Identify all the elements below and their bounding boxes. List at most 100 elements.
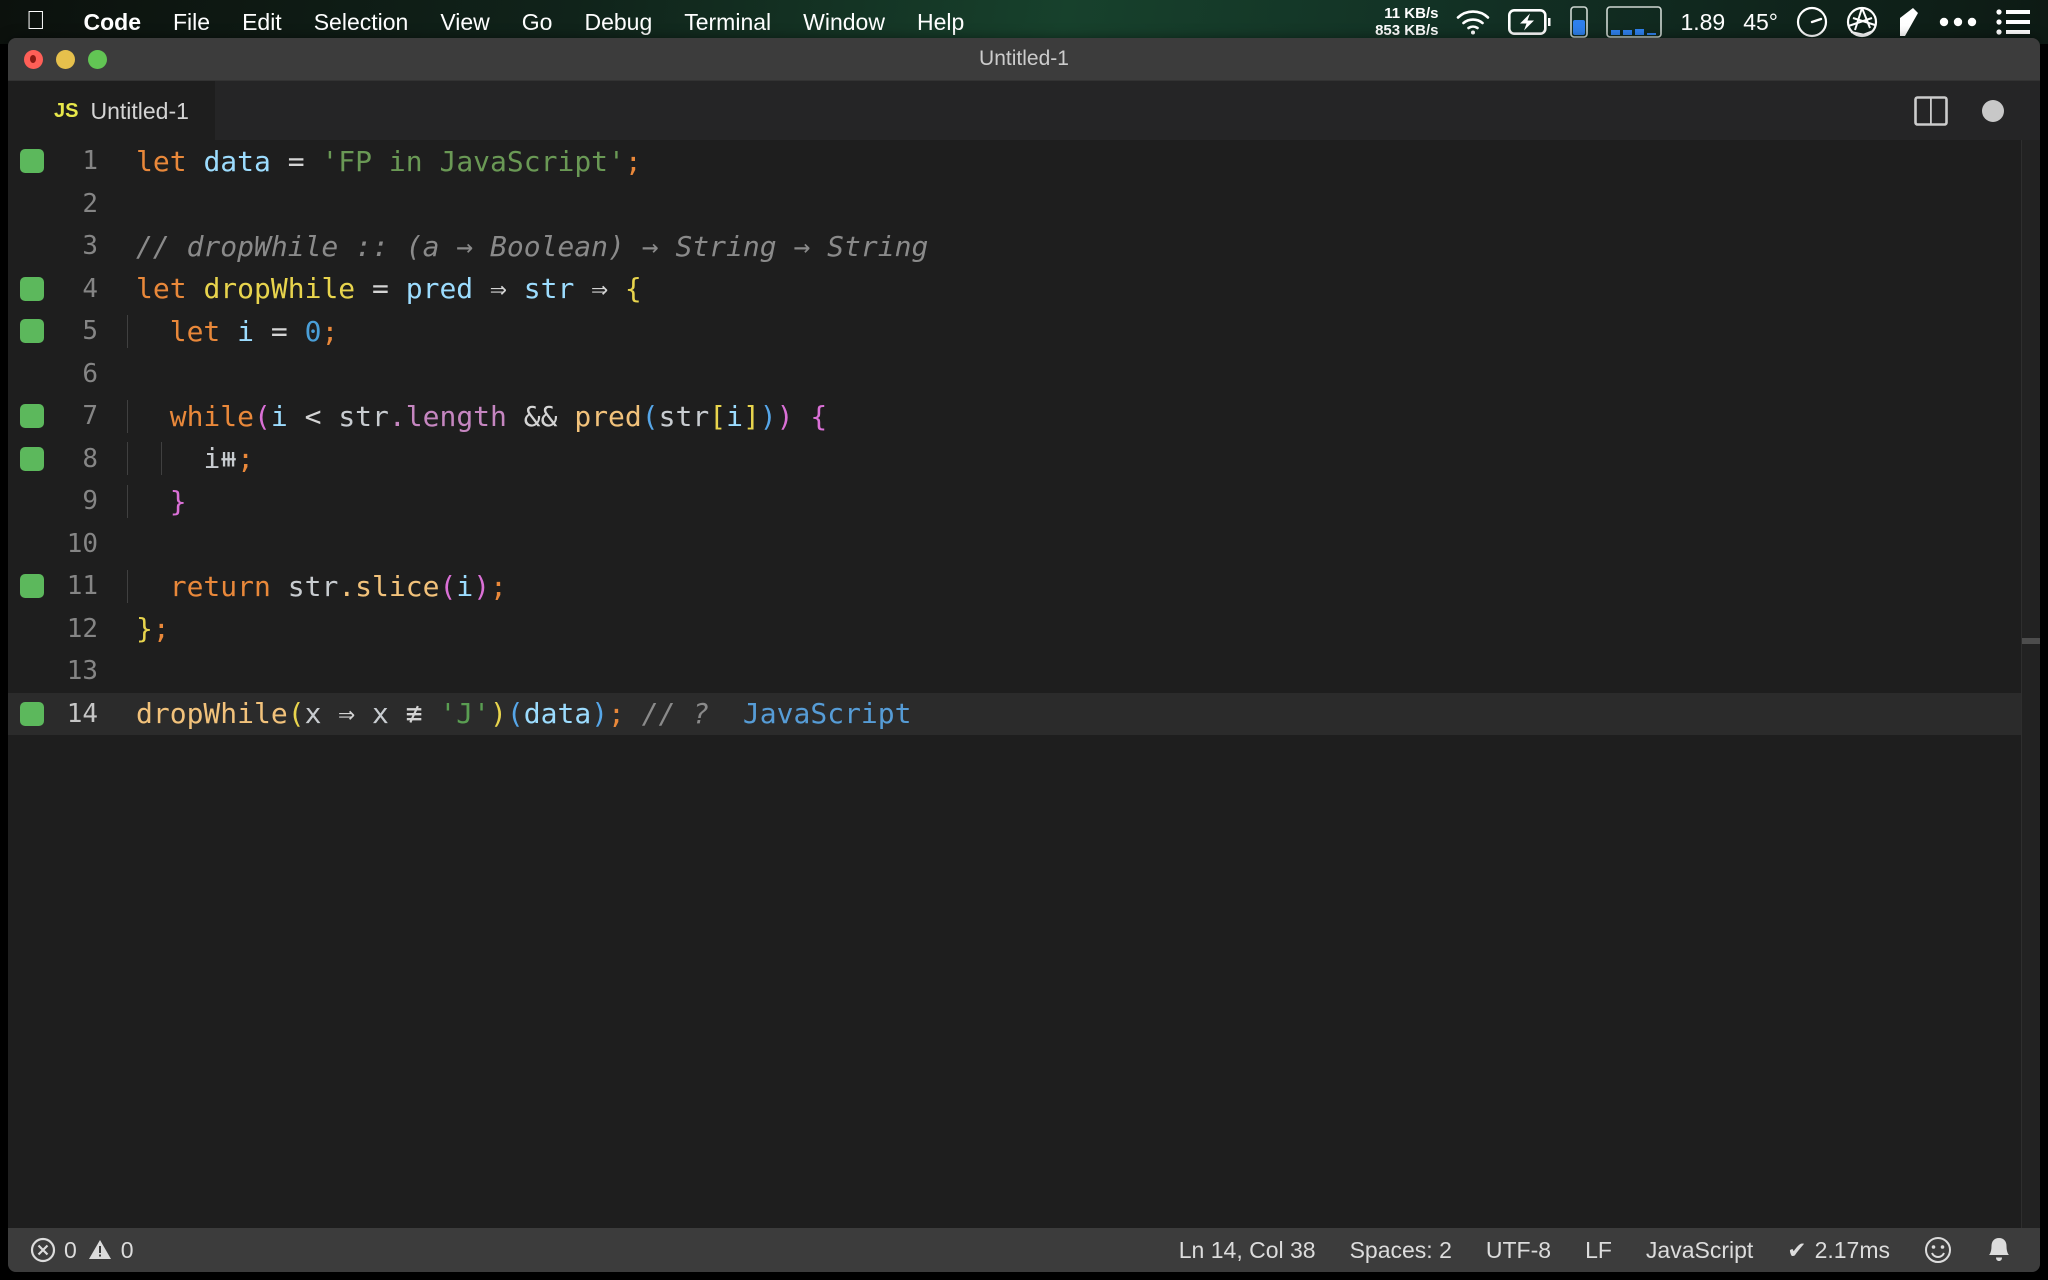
language-mode[interactable]: JavaScript: [1646, 1237, 1753, 1264]
split-editor-icon[interactable]: [1914, 96, 1948, 126]
list-icon[interactable]: [1996, 8, 2030, 36]
code-line[interactable]: 3 // dropWhile :: (a → Boolean) → String …: [8, 225, 2040, 268]
code-token: data: [523, 697, 592, 731]
flag-icon[interactable]: [1896, 6, 1920, 38]
menu-item-help[interactable]: Help: [901, 9, 980, 36]
line-number: 2: [82, 188, 98, 219]
code-line[interactable]: 4 let dropWhile = pred ⇒ str ⇒ {: [8, 268, 2040, 311]
eol-setting[interactable]: LF: [1585, 1237, 1612, 1264]
menu-item-view[interactable]: View: [424, 9, 505, 36]
temperature-value[interactable]: 45°: [1743, 9, 1778, 36]
code-token: let: [136, 272, 187, 306]
menu-item-selection[interactable]: Selection: [298, 9, 425, 36]
menu-item-file[interactable]: File: [157, 9, 226, 36]
quokka-timing[interactable]: ✔ 2.17ms: [1787, 1237, 1890, 1264]
menu-item-edit[interactable]: Edit: [226, 9, 298, 36]
code-text: };: [126, 612, 170, 645]
code-token: 'FP in JavaScript': [321, 144, 625, 178]
tab-untitled-1[interactable]: JS Untitled-1: [8, 81, 215, 141]
overview-ruler[interactable]: [2021, 140, 2040, 1228]
menu-item-code[interactable]: Code: [68, 9, 158, 36]
network-speed-indicator[interactable]: 11 KB/s 853 KB/s: [1375, 5, 1438, 39]
git-added-marker[interactable]: [20, 319, 44, 343]
code-line[interactable]: 13: [8, 650, 2040, 693]
wifi-icon[interactable]: [1456, 9, 1490, 35]
code-line[interactable]: 14 dropWhile(x ⇒ x ≢ 'J')(data); // ? Jav…: [8, 692, 2040, 735]
code-token: x: [304, 697, 322, 731]
unsaved-dot-icon[interactable]: [1982, 100, 2004, 122]
status-bar: 0 0 Ln 14, Col 38 Spaces: 2 UTF-8 LF Jav…: [8, 1228, 2040, 1272]
git-added-marker[interactable]: [20, 701, 44, 726]
aperture-icon[interactable]: [1846, 6, 1878, 38]
git-added-marker[interactable]: [20, 149, 44, 173]
memory-gauge-icon[interactable]: [1570, 6, 1589, 38]
speedometer-icon[interactable]: [1796, 6, 1828, 38]
menu-item-go[interactable]: Go: [506, 9, 569, 36]
code-token: str: [523, 272, 575, 306]
code-line[interactable]: 9 }: [8, 480, 2040, 523]
window-title: Untitled-1: [979, 47, 1069, 70]
line-number: 9: [82, 486, 98, 517]
git-added-marker[interactable]: [20, 404, 44, 428]
git-added-marker[interactable]: [20, 276, 44, 301]
notifications-bell-icon[interactable]: [1986, 1236, 2012, 1264]
code-token: <: [304, 399, 322, 433]
overview-marker: [2022, 638, 2040, 644]
menu-item-terminal[interactable]: Terminal: [668, 9, 787, 36]
code-line[interactable]: 10: [8, 523, 2040, 566]
code-text: let i = 0;: [126, 314, 338, 348]
ellipsis-icon[interactable]: [1938, 16, 1978, 28]
code-line[interactable]: 12};: [8, 608, 2040, 651]
code-line[interactable]: 1 let data = 'FP in JavaScript';: [8, 140, 2040, 183]
code-token: }: [169, 484, 187, 518]
feedback-smiley-icon[interactable]: [1924, 1236, 1952, 1264]
git-added-marker[interactable]: [20, 574, 44, 598]
code-token: JavaScript: [742, 697, 912, 731]
cpu-history-icon[interactable]: [1606, 6, 1663, 38]
encoding-setting[interactable]: UTF-8: [1486, 1237, 1551, 1264]
code-line[interactable]: 5 let i = 0;: [8, 310, 2040, 353]
code-lines[interactable]: 1 let data = 'FP in JavaScript'; 2 3 // drop…: [8, 140, 2040, 735]
code-token: str: [658, 399, 710, 433]
warning-count[interactable]: 0: [87, 1237, 134, 1264]
code-line[interactable]: 6: [8, 353, 2040, 396]
menu-item-debug[interactable]: Debug: [568, 9, 668, 36]
battery-charging-icon[interactable]: [1508, 9, 1552, 35]
vscode-window: Untitled-1 JS Untitled-1 1 let data = 'FP…: [8, 38, 2040, 1272]
indent-guide: [127, 442, 128, 476]
code-token: str: [338, 399, 389, 433]
indentation-setting[interactable]: Spaces: 2: [1350, 1237, 1452, 1264]
code-token: ): [591, 697, 609, 731]
git-added-marker[interactable]: [20, 446, 44, 471]
apple-logo-icon[interactable]: : [26, 7, 46, 33]
code-editor[interactable]: 1 let data = 'FP in JavaScript'; 2 3 // drop…: [8, 140, 2040, 1228]
code-token: .length: [388, 399, 507, 433]
code-token: ): [473, 569, 491, 603]
cursor-position[interactable]: Ln 14, Col 38: [1179, 1237, 1316, 1264]
code-line[interactable]: 2: [8, 183, 2040, 226]
line-number: 3: [82, 231, 98, 262]
load-average-value[interactable]: 1.89: [1680, 9, 1725, 36]
code-token: (: [439, 569, 457, 603]
code-line[interactable]: 8 i⧻;: [8, 438, 2040, 481]
code-line[interactable]: 11 return str.slice(i);: [8, 565, 2040, 608]
error-count-value: 0: [64, 1236, 77, 1263]
menu-item-window[interactable]: Window: [787, 9, 901, 36]
code-line[interactable]: 7 while(i < str.length && pred(str[i])) …: [8, 395, 2040, 438]
code-token: ): [759, 399, 777, 433]
editor-tab-bar: JS Untitled-1: [8, 81, 2040, 141]
error-count[interactable]: 0: [30, 1237, 77, 1264]
code-token: ⇒: [490, 272, 507, 306]
